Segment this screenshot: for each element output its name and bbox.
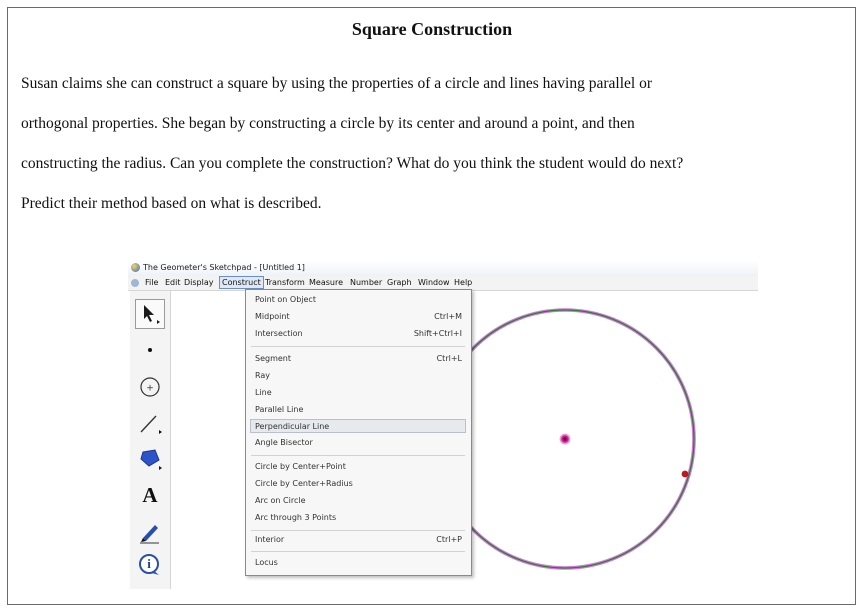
paragraph-line-4: Predict their method based on what is de… <box>21 195 322 212</box>
toolbox: + A i <box>130 291 171 589</box>
straightedge-tool-icon[interactable] <box>135 408 165 438</box>
menu-measure[interactable]: Measure <box>309 278 343 287</box>
window-title-bar: The Geometer's Sketchpad - [Untitled 1] <box>128 260 758 276</box>
polygon-tool-icon[interactable] <box>135 444 165 474</box>
menu-item-parallel-line[interactable]: Parallel Line <box>255 403 462 417</box>
information-tool-icon[interactable]: i <box>135 550 165 580</box>
menu-item-intersection[interactable]: Intersection Shift+Ctrl+I <box>255 327 462 341</box>
menu-item-angle-bisector[interactable]: Angle Bisector <box>255 436 462 450</box>
marker-tool-icon[interactable] <box>135 516 165 546</box>
document-title: Square Construction <box>351 19 513 39</box>
menu-item-circle-by-center-radius[interactable]: Circle by Center+Radius <box>255 477 462 491</box>
menu-separator <box>251 551 465 552</box>
sketchpad-app-icon <box>131 263 140 272</box>
menu-item-ray[interactable]: Ray <box>255 369 462 383</box>
svg-text:+: + <box>146 384 154 394</box>
menu-file[interactable]: File <box>145 278 158 287</box>
document-icon[interactable] <box>131 279 139 287</box>
text-tool-icon[interactable]: A <box>135 480 165 510</box>
paragraph-line-1: Susan claims she can construct a square … <box>21 75 652 92</box>
menu-construct[interactable]: Construct <box>219 276 264 289</box>
menu-display[interactable]: Display <box>184 278 214 287</box>
menu-separator <box>251 455 465 456</box>
paragraph-line-2: orthogonal properties. She began by cons… <box>21 115 635 132</box>
menu-separator <box>251 530 465 531</box>
menu-item-arc-through-3-points[interactable]: Arc through 3 Points <box>255 511 462 525</box>
menu-edit[interactable]: Edit <box>165 278 181 287</box>
menu-item-point-on-object[interactable]: Point on Object <box>255 293 462 307</box>
arrow-select-icon[interactable] <box>135 299 165 329</box>
menu-transform[interactable]: Transform <box>265 278 305 287</box>
sketchpad-screenshot: The Geometer's Sketchpad - [Untitled 1] … <box>128 260 758 590</box>
circle-edge-point <box>681 470 689 478</box>
menu-help[interactable]: Help <box>454 278 472 287</box>
menu-separator <box>251 346 465 347</box>
compass-tool-icon[interactable]: + <box>135 372 165 402</box>
menu-window[interactable]: Window <box>418 278 450 287</box>
menu-number[interactable]: Number <box>350 278 382 287</box>
construct-menu-dropdown: Point on Object Midpoint Ctrl+M Intersect… <box>245 289 472 576</box>
menu-item-circle-by-center-point[interactable]: Circle by Center+Point <box>255 460 462 474</box>
info-glyph: i <box>147 556 151 571</box>
menu-item-line[interactable]: Line <box>255 386 462 400</box>
window-title: The Geometer's Sketchpad - [Untitled 1] <box>143 263 305 272</box>
menu-item-segment[interactable]: Segment Ctrl+L <box>255 352 462 366</box>
menu-item-midpoint[interactable]: Midpoint Ctrl+M <box>255 310 462 324</box>
menu-graph[interactable]: Graph <box>387 278 412 287</box>
menu-item-arc-on-circle[interactable]: Arc on Circle <box>255 494 462 508</box>
menu-item-locus[interactable]: Locus <box>255 556 462 570</box>
menu-item-perpendicular-line[interactable]: Perpendicular Line <box>250 419 466 433</box>
point-tool-icon[interactable] <box>135 335 165 365</box>
menu-item-interior[interactable]: Interior Ctrl+P <box>255 533 462 547</box>
problem-paragraph: Susan claims she can construct a square … <box>21 64 857 224</box>
paragraph-line-3: constructing the radius. Can you complet… <box>21 155 684 172</box>
